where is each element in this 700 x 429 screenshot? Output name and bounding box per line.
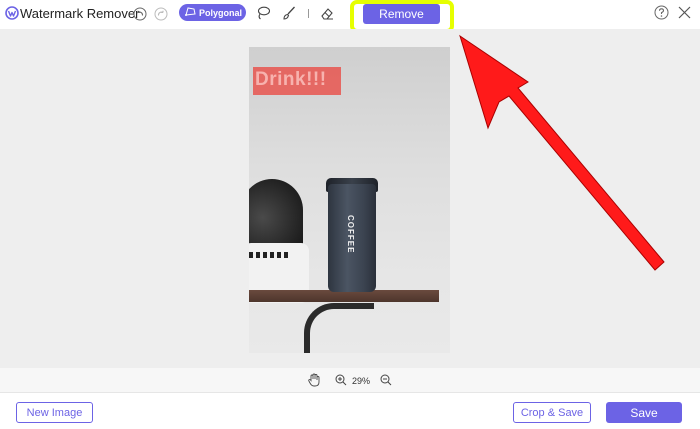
- zoom-out-icon[interactable]: [380, 374, 392, 386]
- hand-icon[interactable]: [307, 373, 321, 387]
- help-icon[interactable]: [654, 5, 669, 20]
- zoom-level: 29%: [352, 376, 371, 386]
- crop-save-button[interactable]: Crop & Save: [513, 402, 591, 423]
- undo-icon[interactable]: [133, 7, 147, 21]
- app-title: Watermark Remover: [20, 6, 140, 21]
- shelf-bracket: [304, 303, 374, 353]
- close-icon[interactable]: [677, 5, 692, 20]
- brush-icon[interactable]: [281, 5, 297, 21]
- app-logo-icon: [5, 6, 19, 20]
- redo-icon[interactable]: [154, 7, 168, 21]
- zoom-bar: [0, 368, 700, 392]
- polygonal-tool-button[interactable]: Polygonal: [179, 4, 246, 21]
- cup-label: COFFEE: [346, 215, 355, 254]
- watermark-text: Drink!!!: [255, 69, 327, 90]
- image-preview[interactable]: COFFEE Drink!!!: [249, 47, 450, 353]
- helmet-stripe: [249, 252, 289, 258]
- polygonal-icon: [185, 6, 196, 19]
- polygonal-label: Polygonal: [199, 7, 243, 18]
- footer-bar: [0, 392, 700, 429]
- remove-button[interactable]: Remove: [363, 4, 440, 24]
- eraser-icon[interactable]: [319, 5, 335, 21]
- save-button[interactable]: Save: [606, 402, 682, 423]
- lasso-icon[interactable]: [255, 5, 271, 21]
- zoom-in-icon[interactable]: [335, 374, 347, 386]
- top-bar: Watermark Remover Polygonal Remove: [0, 0, 700, 33]
- new-image-button[interactable]: New Image: [16, 402, 93, 423]
- toolbar-divider: [308, 9, 309, 18]
